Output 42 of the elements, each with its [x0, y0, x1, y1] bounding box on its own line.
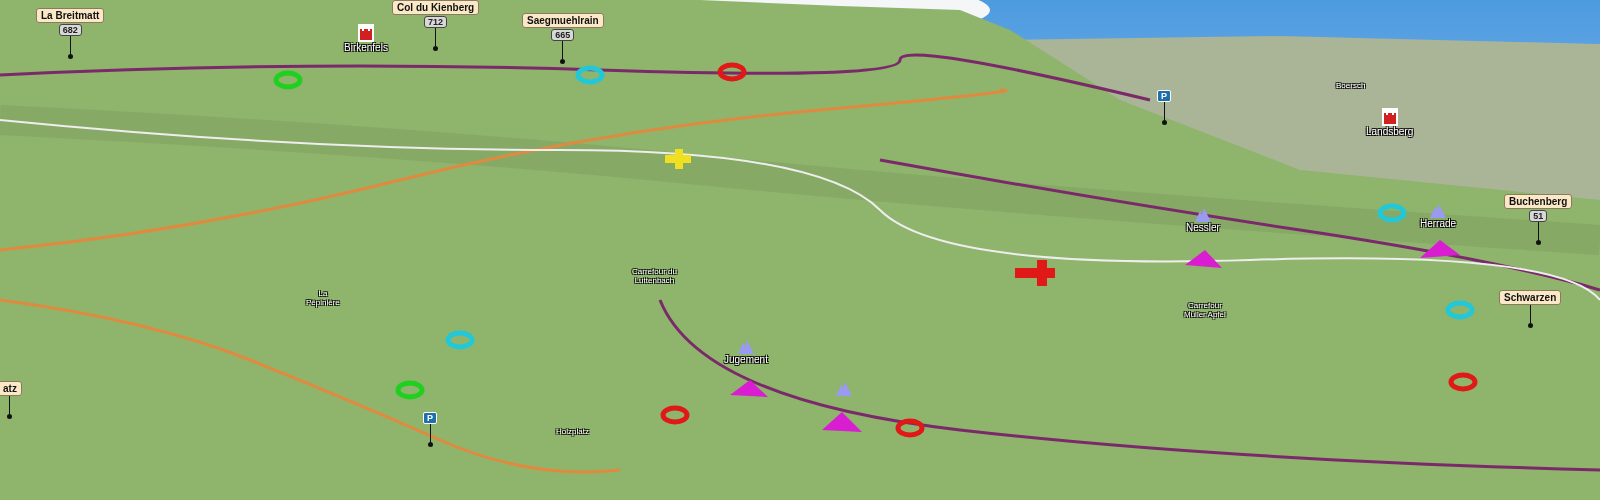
mountain-icon	[1430, 204, 1447, 218]
ring-marker	[660, 405, 690, 425]
place-label: Col du Kienberg	[392, 0, 480, 15]
place-label: La Breitmatt	[36, 8, 105, 23]
triangle-marker	[1420, 240, 1460, 258]
place-label: Buchenberg	[1504, 194, 1573, 209]
parking-marker: P	[1157, 90, 1171, 102]
place-label: Schwarzen	[1499, 290, 1562, 305]
place-label: Holzplatz	[556, 428, 589, 437]
ring-marker	[895, 418, 925, 438]
castle-label: Landsberg	[1366, 126, 1414, 137]
ring-marker	[1448, 372, 1478, 392]
elevation-badge: 665	[551, 29, 575, 41]
triangle-marker	[822, 412, 862, 432]
parking-marker: P	[423, 412, 437, 424]
triangle-marker	[730, 380, 768, 397]
ring-marker	[445, 330, 475, 350]
elevation-badge: 682	[58, 24, 82, 36]
mountain-icon	[737, 340, 754, 354]
castle-label: Birkenfels	[344, 42, 388, 53]
ring-marker	[1377, 203, 1407, 223]
place-label: atz	[0, 381, 22, 396]
cross-marker	[1015, 260, 1055, 286]
place-label: Carrefour du Luttenbach	[632, 268, 677, 286]
mountain-icon	[836, 382, 852, 396]
triangle-marker	[1185, 250, 1222, 268]
place-label: Boersch	[1336, 82, 1366, 91]
ring-marker	[575, 65, 605, 85]
cross-marker	[665, 149, 691, 169]
peak-label: Nessler	[1186, 222, 1220, 233]
mountain-icon	[1194, 208, 1211, 222]
place-label: Carrefour Muller Apfel	[1184, 302, 1226, 320]
peak-label: Herrade	[1420, 218, 1457, 229]
peak-label: Jugement	[724, 354, 768, 365]
place-label: La Pépinière	[306, 290, 340, 308]
ring-marker	[273, 70, 303, 90]
elevation-badge: 712	[424, 16, 448, 28]
ring-marker	[395, 380, 425, 400]
ring-marker	[717, 62, 747, 82]
elevation-badge: 51	[1529, 210, 1548, 222]
place-label: Saegmuehlrain	[522, 13, 604, 28]
ring-marker	[1445, 300, 1475, 320]
